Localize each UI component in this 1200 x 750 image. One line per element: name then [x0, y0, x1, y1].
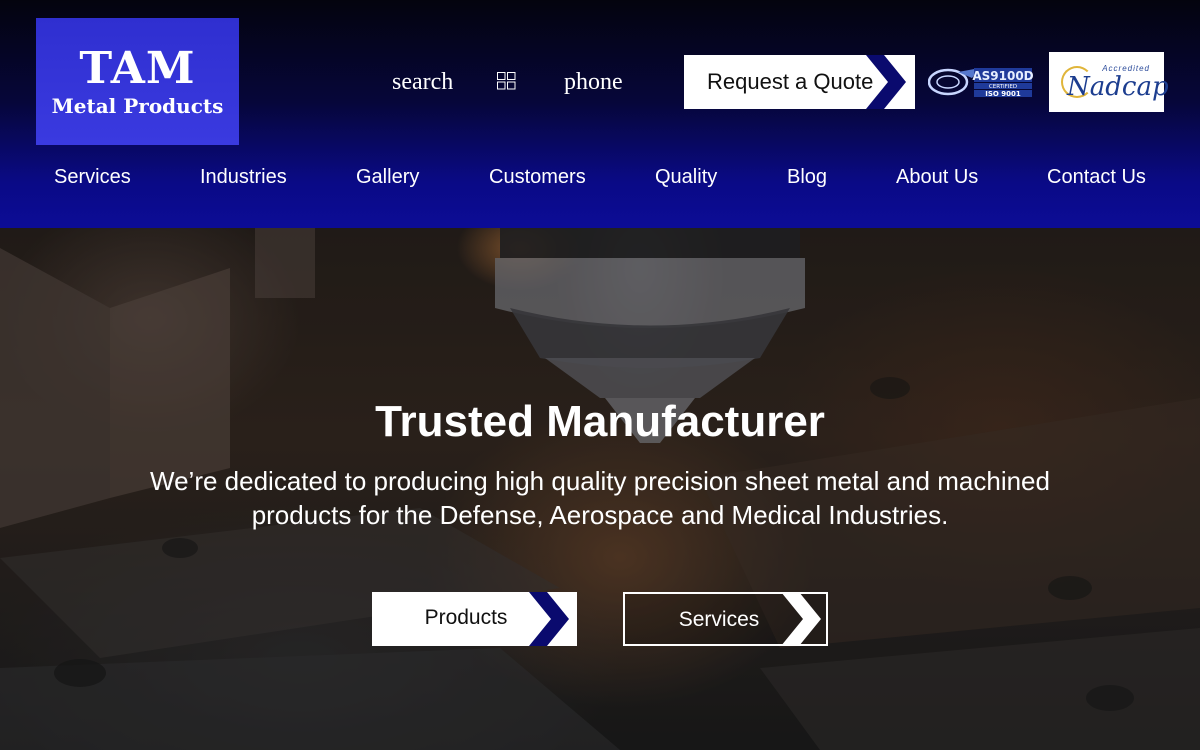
- hero-section: Trusted Manufacturer We’re dedicated to …: [0, 228, 1200, 750]
- nav-item-industries[interactable]: Industries: [200, 160, 287, 194]
- services-button[interactable]: Services: [623, 592, 828, 646]
- as9100-iso-text: ISO 9001: [985, 90, 1021, 98]
- nav-item-quality[interactable]: Quality: [655, 160, 717, 194]
- nav-item-gallery[interactable]: Gallery: [356, 160, 419, 194]
- search-link[interactable]: search: [392, 62, 453, 102]
- hero-title: Trusted Manufacturer: [375, 397, 825, 446]
- nadcap-badge: Accredited Nadcap: [1049, 52, 1169, 112]
- as9100d-badge: AS9100D CERTIFIED ISO 9001: [928, 68, 1034, 98]
- phone-link[interactable]: phone: [564, 62, 623, 102]
- chevron-right-icon: [782, 594, 821, 644]
- nav-item-blog[interactable]: Blog: [787, 160, 827, 194]
- nav-item-contact-us[interactable]: Contact Us: [1047, 160, 1146, 194]
- request-quote-label: Request a Quote: [707, 69, 874, 94]
- company-logo[interactable]: TAM Metal Products: [36, 18, 239, 145]
- main-nav: Services Industries Gallery Customers Qu…: [0, 160, 1200, 194]
- as9100-main-text: AS9100D: [972, 69, 1033, 83]
- products-button[interactable]: Products: [372, 592, 577, 646]
- site-header: TAM Metal Products search phone Request …: [0, 0, 1200, 228]
- hero-description: We’re dedicated to producing high qualit…: [150, 466, 1050, 530]
- logo-tagline: Metal Products: [51, 94, 224, 118]
- nav-item-customers[interactable]: Customers: [489, 160, 586, 194]
- nadcap-wordmark: Nadcap: [1067, 72, 1169, 102]
- nav-item-about-us[interactable]: About Us: [896, 160, 978, 194]
- chevron-right-icon: [529, 592, 569, 646]
- nav-item-services[interactable]: Services: [54, 160, 131, 194]
- chevron-right-icon: [866, 55, 906, 109]
- logo-name: TAM: [79, 43, 196, 94]
- request-quote-button[interactable]: Request a Quote: [684, 55, 915, 109]
- grid-icon[interactable]: [497, 72, 516, 90]
